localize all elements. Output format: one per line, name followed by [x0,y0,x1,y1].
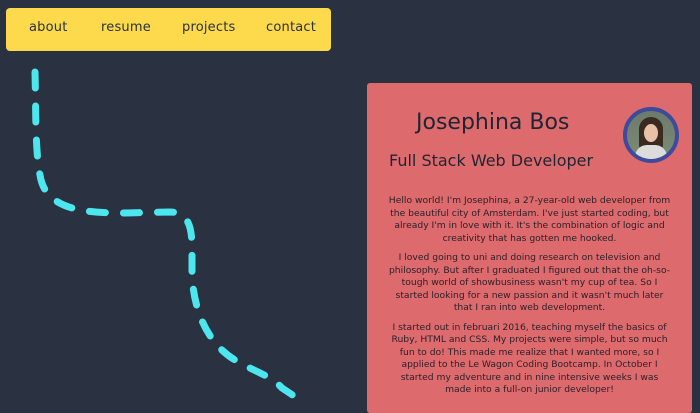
dashed-trail-path [31,68,304,400]
bio-paragraph-3: I started out in februari 2016, teaching… [391,321,668,396]
profile-card: Josephina Bos Full Stack Web Developer H… [367,83,692,413]
profile-title: Full Stack Web Developer [389,151,594,170]
bio-paragraph-1: Hello world! I'm Josephina, a 27-year-ol… [388,195,671,244]
bio-paragraph-2: I loved going to uni and doing research … [388,252,671,313]
avatar-face [644,124,658,142]
profile-name: Josephina Bos [416,110,570,135]
avatar-shirt [635,145,667,159]
profile-bio: Hello world! I'm Josephina, a 27-year-ol… [387,195,672,404]
avatar [623,107,679,163]
